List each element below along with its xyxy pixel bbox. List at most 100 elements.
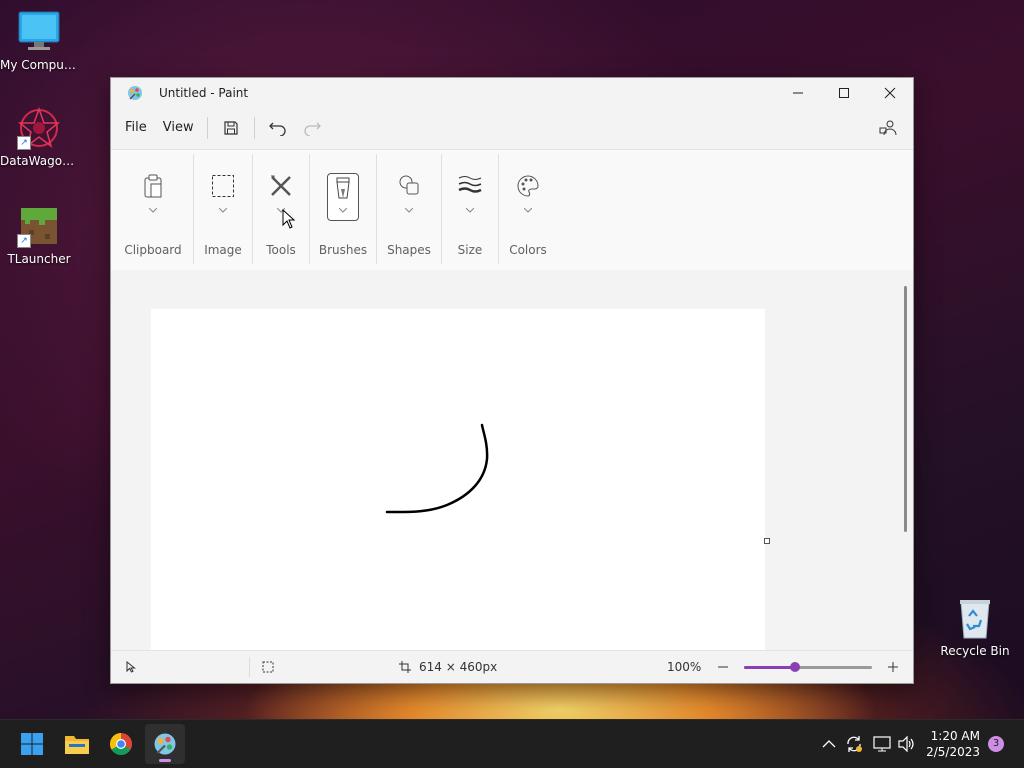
- mouse-cursor-icon: [282, 209, 296, 229]
- group-size[interactable]: Size: [442, 150, 498, 270]
- group-brushes[interactable]: Brushes: [311, 150, 375, 270]
- shapes-icon: [399, 175, 419, 195]
- pointer-position-icon: [125, 651, 137, 683]
- paint-app-icon: [154, 733, 176, 755]
- redo-button[interactable]: [295, 113, 329, 143]
- palette-icon: [517, 175, 539, 197]
- save-button[interactable]: [214, 113, 248, 143]
- zoom-in-button[interactable]: [887, 651, 899, 683]
- group-colors[interactable]: Colors: [499, 150, 557, 270]
- drawn-stroke: [385, 423, 489, 514]
- group-label: Brushes: [318, 243, 368, 257]
- group-divider: [309, 154, 310, 264]
- drawing-canvas[interactable]: [151, 309, 765, 650]
- maximize-button[interactable]: [821, 78, 867, 108]
- sync-icon: [847, 736, 862, 752]
- share-icon: [879, 120, 897, 136]
- chevron-up-icon: [822, 740, 836, 748]
- group-image[interactable]: Image: [194, 150, 252, 270]
- taskbar-file-explorer[interactable]: [57, 724, 97, 764]
- chevron-down-icon: [219, 208, 227, 213]
- minimize-button[interactable]: [775, 78, 821, 108]
- windows-logo-icon: [21, 733, 43, 755]
- status-divider: [249, 657, 250, 677]
- share-button[interactable]: [871, 113, 905, 143]
- tray-volume-icon[interactable]: [898, 720, 916, 768]
- desktop-icon-label: Recycle Bin: [940, 644, 1010, 658]
- taskbar-clock[interactable]: 1:20 AM 2/5/2023: [926, 728, 980, 760]
- vertical-scrollbar[interactable]: [904, 286, 907, 532]
- recycle-bin-icon: [953, 596, 997, 640]
- volume-icon: [898, 736, 914, 752]
- plus-icon: [888, 662, 898, 672]
- desktop-icon-label: My Computer: [0, 58, 78, 72]
- zoom-slider-thumb[interactable]: [790, 662, 801, 672]
- menu-divider: [253, 117, 255, 139]
- canvas-size-text: 614 × 460px: [419, 660, 498, 674]
- desktop-icon-tlauncher[interactable]: ↗ TLauncher: [0, 204, 78, 266]
- zoom-slider-fill: [744, 666, 796, 669]
- active-indicator: [159, 759, 171, 762]
- redo-icon: [304, 122, 321, 136]
- canvas-size-icon: [399, 651, 411, 683]
- tray-sync-icon[interactable]: [845, 720, 863, 768]
- group-label: Tools: [266, 243, 296, 257]
- group-clipboard[interactable]: Clipboard: [121, 150, 185, 270]
- zoom-out-button[interactable]: [717, 651, 729, 683]
- desktop-icon-datawagon[interactable]: ↗ DataWagon...: [0, 106, 78, 168]
- chrome-icon: [110, 733, 132, 755]
- network-icon: [873, 736, 891, 752]
- monitor-icon: [17, 10, 61, 54]
- menu-bar: File View: [111, 108, 913, 148]
- taskbar-chrome[interactable]: [101, 724, 141, 764]
- desktop-icon-label: TLauncher: [7, 252, 71, 266]
- paint-app-icon: [127, 85, 143, 101]
- folder-icon: [65, 736, 89, 754]
- zoom-slider[interactable]: [744, 662, 872, 672]
- undo-button[interactable]: [261, 113, 295, 143]
- desktop-icon-label: DataWagon...: [0, 154, 78, 168]
- brush-icon: [336, 177, 350, 199]
- chevron-down-icon: [524, 208, 532, 213]
- start-button[interactable]: [12, 724, 52, 764]
- shortcut-arrow-icon: ↗: [17, 234, 31, 248]
- group-label: Shapes: [387, 243, 431, 257]
- menu-file[interactable]: File: [118, 113, 154, 143]
- clipboard-icon: [144, 174, 162, 198]
- group-label: Image: [204, 243, 242, 257]
- chevron-down-icon: [405, 208, 413, 213]
- notification-badge[interactable]: 3: [988, 736, 1004, 752]
- desktop-icon-recycle-bin[interactable]: Recycle Bin: [936, 596, 1014, 658]
- group-label: Colors: [509, 243, 547, 257]
- menu-divider: [206, 117, 208, 139]
- canvas-resize-handle[interactable]: [764, 538, 770, 544]
- title-bar[interactable]: Untitled - Paint: [111, 78, 913, 108]
- chevron-down-icon: [149, 208, 157, 213]
- clock-date: 2/5/2023: [926, 745, 980, 759]
- tray-network-icon[interactable]: [873, 720, 891, 768]
- save-icon: [224, 121, 238, 135]
- select-rectangle-icon: [212, 175, 234, 197]
- window-title: Untitled - Paint: [159, 86, 249, 100]
- datawagon-icon: ↗: [17, 106, 61, 150]
- group-label: Size: [457, 243, 483, 257]
- pencil-eraser-icon: [271, 175, 291, 196]
- tray-overflow-chevron[interactable]: [822, 720, 836, 768]
- brush-button[interactable]: [327, 173, 359, 221]
- clock-time: 1:20 AM: [930, 729, 980, 743]
- minecraft-block-icon: ↗: [17, 204, 61, 248]
- minus-icon: [718, 666, 728, 668]
- group-label: Clipboard: [124, 243, 182, 257]
- menu-view[interactable]: View: [156, 113, 201, 143]
- taskbar-paint[interactable]: [145, 724, 185, 764]
- group-shapes[interactable]: Shapes: [377, 150, 441, 270]
- ribbon-toolbar: Clipboard Image Tools Brushes Shapes Siz…: [111, 149, 913, 271]
- desktop-icon-my-computer[interactable]: My Computer: [0, 10, 78, 72]
- shortcut-arrow-icon: ↗: [17, 136, 31, 150]
- chevron-down-icon: [339, 208, 347, 213]
- group-tools[interactable]: Tools: [253, 150, 309, 270]
- zoom-level[interactable]: 100%: [667, 651, 701, 683]
- taskbar: 1:20 AM 2/5/2023 3: [0, 719, 1024, 768]
- close-button[interactable]: [867, 78, 913, 108]
- canvas-area[interactable]: [111, 270, 913, 650]
